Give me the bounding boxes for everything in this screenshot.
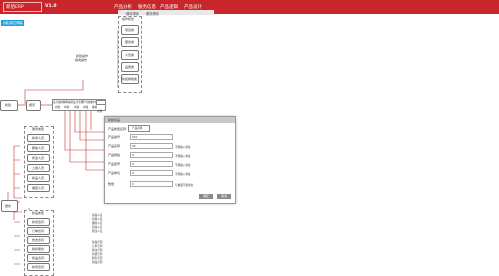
cancel-button[interactable]: 取消 — [217, 194, 231, 199]
quantity-input[interactable]: 0 — [130, 181, 173, 187]
dialog-titlebar — [105, 117, 235, 123]
table-extra-cell: 内容 — [97, 110, 103, 113]
group-b-item-label: 税务服务 — [32, 247, 45, 251]
table-header-cell: 设计编码 — [53, 101, 64, 104]
top-group-item-label: 新拓横幅类 — [122, 77, 138, 81]
group-a-item-label: 修改人员 — [32, 156, 45, 160]
group-b-item-label: 新品合同 — [32, 256, 45, 260]
group-a-title: 服务类型 — [32, 127, 45, 131]
table-extra-box — [96, 100, 106, 105]
version-label: V1.0 — [45, 4, 57, 9]
annotation-line-2: 横向操作 — [75, 58, 88, 62]
group-b-item-label: 修改合同 — [32, 238, 45, 242]
table-cell: 内容 — [55, 106, 61, 109]
table-cell: 内容 — [64, 106, 70, 109]
field-hint: 不能输入重复 — [175, 155, 191, 158]
new-banner-button[interactable]: 功能/新拉横幅 — [1, 20, 24, 26]
product-unit-input[interactable]: 0 — [130, 170, 173, 176]
node-service-label: 服务 — [5, 204, 12, 208]
top-group-item-label: 品质类 — [125, 65, 135, 69]
field-label: 产品单位 — [108, 171, 121, 175]
group-a-item-label: 撤回人员 — [32, 186, 45, 190]
list-b-item: 新品合同 — [92, 261, 103, 264]
product-model-input[interactable]: 0 — [130, 161, 173, 167]
group-b-item-label: 订单合同 — [32, 229, 45, 233]
top-group-title: 操作新建 — [122, 17, 135, 21]
group-a-item-label: 上报人员 — [32, 166, 45, 170]
brand-title[interactable]: 新佰ERP — [6, 4, 24, 10]
field-label: 数量 — [108, 182, 115, 186]
sub-tab-rules[interactable]: 服务规则 — [146, 11, 159, 16]
product-number-input[interactable]: 001 — [130, 134, 173, 140]
table-cell: 内容 — [74, 106, 80, 109]
group-b-title: 新品类型 — [32, 211, 45, 215]
group-b-item-label: 新增合同 — [32, 220, 45, 224]
group-a-item-label: 新品人员 — [32, 176, 45, 180]
product-type-button-label: 产品名称 — [132, 127, 143, 130]
dialog-title: 新建标品 — [108, 118, 121, 122]
field-label: 产品名称 — [108, 144, 121, 148]
field-hint: 不能输入重复 — [175, 164, 191, 167]
top-group-item-label: 服务类 — [125, 40, 135, 44]
field-hint: 不能输入重复 — [175, 146, 191, 149]
confirm-button[interactable]: 确定 — [199, 194, 213, 199]
node-overview-label: 概览 — [29, 103, 36, 107]
field-hint: 与数量不要重复 — [175, 184, 194, 187]
table-cell: 内容 — [83, 106, 89, 109]
top-group-item-label: 人员类 — [125, 53, 135, 57]
top-navigation-bar — [0, 0, 499, 14]
field-hint: 不能输入重复 — [175, 173, 191, 176]
field-label: 产品型号 — [108, 162, 121, 166]
group-a-item-label: 新增人员 — [32, 136, 45, 140]
list-a-item: 修改人员 — [92, 230, 103, 233]
table-header-cell: 物料编码 — [63, 101, 74, 104]
product-name-input[interactable]: SP — [130, 143, 173, 149]
group-b-item-label: 新增合同 — [32, 265, 45, 269]
field-label: 产品编号 — [108, 135, 121, 139]
node-new-label: 新建 — [5, 103, 12, 107]
group-a-item-label: 删除人员 — [32, 146, 45, 150]
top-group-item-label: 项目类 — [125, 28, 135, 32]
table-header-cell: 型号规格 — [82, 101, 93, 104]
field-label: 产品类型名称 — [108, 127, 127, 131]
connector-lines — [7, 29, 129, 265]
new-product-dialog: 新建标品 产品类型名称 产品名称 产品编号 001 产品名称 SP 不能输入重复… — [104, 116, 236, 204]
field-label: 产品规格 — [108, 153, 121, 157]
product-spec-input[interactable]: 0 — [130, 152, 173, 158]
